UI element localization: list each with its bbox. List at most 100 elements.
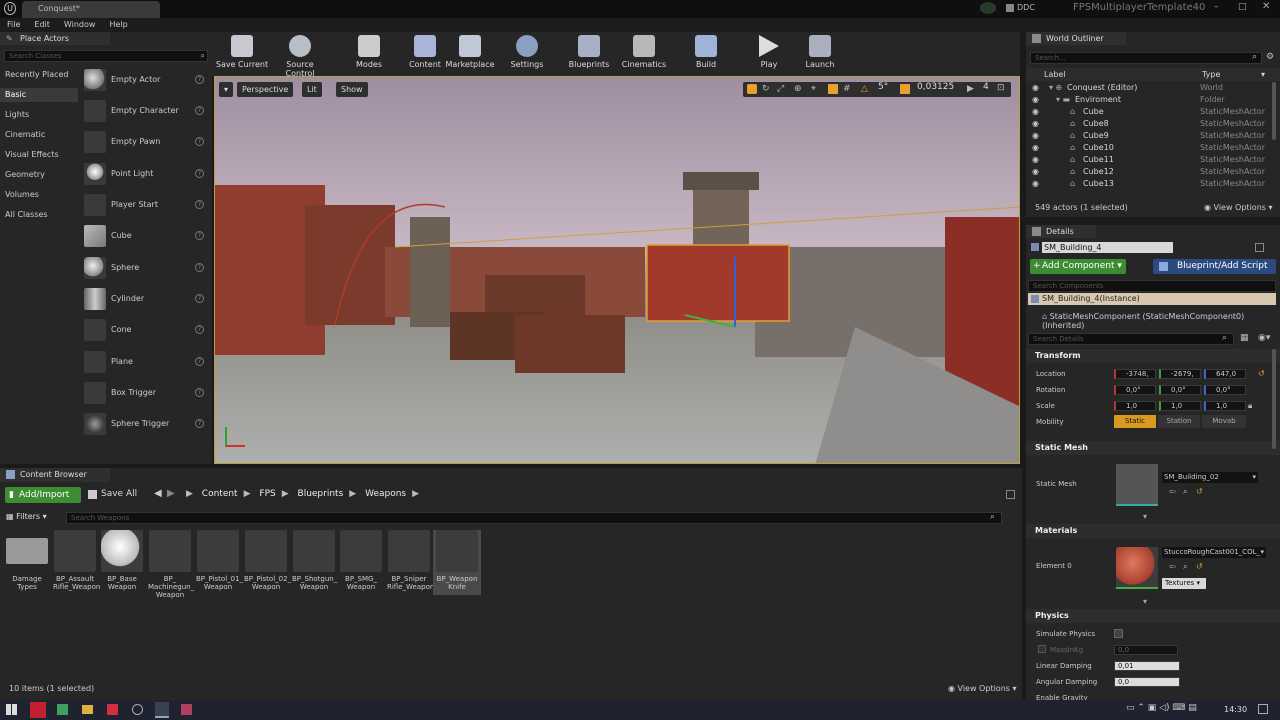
outliner-row[interactable]: ◉ ▾ ▬ Enviroment Folder <box>1026 94 1280 106</box>
search-classes-input[interactable]: Search Classes <box>4 50 208 62</box>
actor-box-trigger[interactable]: Box Trigger? <box>80 379 208 409</box>
category-volumes[interactable]: Volumes <box>5 189 39 201</box>
place-actors-tab[interactable]: ✎ Place Actors <box>0 32 110 45</box>
angle-snap-value[interactable]: 5° <box>878 82 888 92</box>
mass-override-checkbox[interactable] <box>1038 645 1046 653</box>
level-tab[interactable]: Conquest* <box>22 1 160 18</box>
expand-icon[interactable]: ▾ <box>1143 512 1147 521</box>
add-import-button[interactable]: ▮ Add/Import <box>5 487 81 503</box>
outliner-row[interactable]: ◉ ⌂ Cube8 StaticMeshActor <box>1026 118 1280 130</box>
taskbar-app-icon[interactable] <box>57 704 68 715</box>
asset-bp-smg[interactable]: BP_SMG_ Weapon <box>339 530 383 591</box>
viewport-options-button[interactable]: ▾ <box>219 82 233 97</box>
visibility-icon[interactable]: ◉ <box>1032 82 1039 94</box>
property-matrix-icon[interactable]: ▦ <box>1240 333 1249 343</box>
search-details-input[interactable]: Search Details <box>1028 333 1234 345</box>
close-button[interactable]: ✕ <box>1262 1 1274 13</box>
mobility-movable-button[interactable]: Movab <box>1202 415 1246 428</box>
static-mesh-thumbnail[interactable] <box>1116 464 1158 506</box>
scale-snap-icon[interactable] <box>900 84 910 94</box>
breadcrumb-blueprints[interactable]: Blueprints <box>298 489 344 499</box>
grid-icon[interactable]: # <box>843 84 851 94</box>
asset-bp-pistol-02[interactable]: BP_Pistol_02_ Weapon <box>244 530 291 591</box>
level-viewport[interactable]: ▾ Perspective Lit Show ↻ ⤢ ⊕ ⌖ # △ 5° 0,… <box>214 76 1020 464</box>
location-y-field[interactable]: -2679, <box>1159 369 1201 379</box>
recording-icon[interactable] <box>30 702 46 718</box>
file-explorer-icon[interactable] <box>82 705 93 714</box>
unreal-logo-icon[interactable]: U <box>4 2 16 15</box>
breadcrumb-separator-icon[interactable]: ▶ <box>412 489 419 499</box>
add-component-button[interactable]: + Add Component ▾ <box>1030 259 1126 274</box>
static-mesh-section-header[interactable]: Static Mesh <box>1026 441 1280 455</box>
blueprints-button[interactable]: Blueprints <box>561 35 617 73</box>
scale-label[interactable]: Scale <box>1036 402 1055 410</box>
scale-snap-value[interactable]: 0,03125 <box>917 82 954 92</box>
materials-section-header[interactable]: Materials <box>1026 524 1280 538</box>
linear-damping-field[interactable]: 0,01 <box>1114 661 1180 671</box>
asset-bp-shotgun[interactable]: BP_Shotgun_ Weapon <box>292 530 337 591</box>
menu-help[interactable]: Help <box>102 18 134 31</box>
unreal-taskbar-icon[interactable] <box>155 702 169 718</box>
outliner-row[interactable]: ◉ ⌂ Cube12 StaticMeshActor <box>1026 166 1280 178</box>
actor-cylinder[interactable]: Cylinder? <box>80 285 208 315</box>
reset-icon[interactable]: ↺ <box>1196 562 1203 571</box>
play-button[interactable]: Play <box>741 35 797 73</box>
help-icon[interactable]: ? <box>195 169 204 178</box>
expand-icon[interactable]: ▾ <box>1143 597 1147 606</box>
visibility-icon[interactable]: ◉ <box>1032 130 1039 142</box>
taskbar-app-icon[interactable] <box>107 704 118 715</box>
outliner-row[interactable]: ◉ ⌂ Cube11 StaticMeshActor <box>1026 154 1280 166</box>
help-icon[interactable]: ? <box>195 200 204 209</box>
rotation-label[interactable]: Rotation <box>1036 386 1065 394</box>
cinematics-button[interactable]: Cinematics <box>616 35 672 73</box>
help-icon[interactable]: ? <box>195 75 204 84</box>
content-browser-tab[interactable]: Content Browser <box>0 468 110 482</box>
lit-button[interactable]: Lit <box>302 82 322 97</box>
category-cinematic[interactable]: Cinematic <box>5 129 45 141</box>
world-icon[interactable]: ⊕ <box>794 84 802 94</box>
asset-bp-machinegun[interactable]: BP_ Machinegun_ Weapon <box>148 530 194 599</box>
category-all-classes[interactable]: All Classes <box>5 209 48 221</box>
breadcrumb-separator-icon[interactable]: ▶ <box>282 489 289 499</box>
scale-z-field[interactable]: 1,0 <box>1204 401 1246 411</box>
help-icon[interactable]: ? <box>195 357 204 366</box>
view-options-button[interactable]: ◉ View Options ▾ <box>948 684 1017 693</box>
asset-bp-assault-rifle[interactable]: BP_Assault Rifle_Weapon <box>53 530 100 591</box>
location-label[interactable]: Location <box>1036 370 1066 378</box>
reset-icon[interactable]: ↺ <box>1258 369 1265 378</box>
asset-bp-base-weapon[interactable]: BP_Base Weapon <box>100 530 144 591</box>
breadcrumb-separator-icon[interactable]: ▶ <box>349 489 356 499</box>
actor-empty-pawn[interactable]: Empty Pawn? <box>80 128 208 158</box>
translate-icon[interactable] <box>747 84 757 94</box>
asset-bp-sniper-rifle[interactable]: BP_Sniper Rifle_Weapon <box>387 530 434 591</box>
browse-icon[interactable]: ⌕ <box>1183 487 1187 497</box>
launch-button[interactable]: Launch <box>792 35 848 73</box>
actor-empty-character[interactable]: Empty Character? <box>80 97 208 127</box>
outliner-settings-icon[interactable]: ⚙ <box>1266 52 1274 62</box>
build-button[interactable]: Build <box>678 35 734 73</box>
menu-window[interactable]: Window <box>57 18 103 31</box>
actor-sphere-trigger[interactable]: Sphere Trigger? <box>80 410 208 440</box>
static-mesh-dropdown[interactable]: SM_Building_02 ▾ <box>1162 472 1258 483</box>
outliner-view-options-button[interactable]: ◉ View Options ▾ <box>1204 203 1273 212</box>
help-icon[interactable]: ? <box>195 263 204 272</box>
clock[interactable]: 14:30 <box>1224 705 1247 714</box>
details-scrollbar[interactable] <box>1272 349 1276 449</box>
visibility-icon[interactable]: ◉ <box>1032 166 1039 178</box>
visibility-icon[interactable]: ◉ <box>1032 178 1039 190</box>
actor-cube[interactable]: Cube? <box>80 222 208 252</box>
instance-row[interactable]: SM_Building_4(Instance) <box>1028 293 1276 305</box>
back-arrow-icon[interactable]: ◀ <box>154 488 162 499</box>
maximize-viewport-icon[interactable]: ⊡ <box>997 83 1005 93</box>
asset-bp-weapon-knife[interactable]: BP_Weapon Knife <box>433 530 481 595</box>
help-icon[interactable]: ? <box>195 106 204 115</box>
use-selected-icon[interactable]: ⇦ <box>1169 562 1176 571</box>
col-label[interactable]: Label <box>1044 68 1066 81</box>
rotate-icon[interactable]: ↻ <box>762 84 770 94</box>
eye-icon[interactable]: ◉▾ <box>1258 333 1270 343</box>
location-x-field[interactable]: -3748, <box>1114 369 1156 379</box>
help-icon[interactable]: ? <box>195 325 204 334</box>
help-icon[interactable]: ? <box>195 137 204 146</box>
world-outliner-tab[interactable]: World Outliner <box>1026 32 1126 45</box>
minimize-button[interactable]: – <box>1214 2 1226 14</box>
